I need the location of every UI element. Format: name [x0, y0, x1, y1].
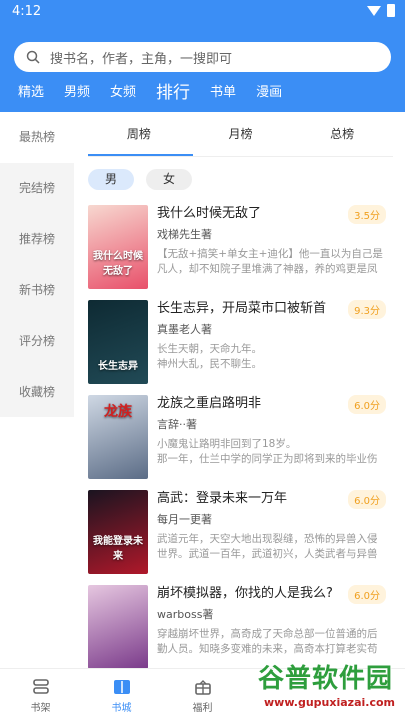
- nav-label: 书架: [30, 703, 51, 714]
- top-tabs: 精选 男频 女频 排行 书单 漫画: [18, 80, 302, 104]
- book-cover[interactable]: 我什么时候无敌了: [88, 205, 148, 289]
- book-title: 我什么时候无敌了: [157, 206, 262, 221]
- sidebar-item-favorites[interactable]: 收藏榜: [0, 367, 74, 418]
- book-icon: [111, 677, 133, 697]
- sidebar-item-rating[interactable]: 评分榜: [0, 316, 74, 367]
- tab-booklist[interactable]: 书单: [210, 82, 236, 104]
- search-placeholder: 搜书名，作者，主角，一搜即可: [50, 51, 233, 67]
- book-title: 长生志异，开局菜市口被斩首: [157, 301, 327, 316]
- sidebar-item-completed[interactable]: 完结榜: [0, 163, 74, 214]
- period-tabs: 周榜 月榜 总榜: [88, 112, 393, 156]
- book-author: 每月一更著: [157, 513, 212, 526]
- cover-title: 我能登录未来: [93, 536, 143, 562]
- book-author: warboss著: [157, 608, 214, 621]
- nav-bookstore[interactable]: 书城: [81, 669, 162, 720]
- score-badge: 6.0分: [348, 490, 386, 509]
- book-author: 真墨老人著: [157, 323, 212, 336]
- tab-monthly[interactable]: 月榜: [190, 112, 292, 156]
- cover-title: 长生志异: [98, 361, 138, 372]
- sidebar-item-hottest[interactable]: 最热榜: [0, 112, 74, 163]
- watermark-url: www.gupuxiazai.com: [264, 696, 395, 709]
- score-badge: 6.0分: [348, 585, 386, 604]
- ranking-sidebar: 最热榜 完结榜 推荐榜 新书榜 评分榜 收藏榜: [0, 112, 74, 417]
- status-icons: [367, 4, 395, 17]
- tab-comics[interactable]: 漫画: [256, 82, 282, 104]
- list-item[interactable]: 长生志异 长生志异，开局菜市口被斩首 9.3分 真墨老人著 长生天朝，天命九年。…: [88, 298, 393, 393]
- list-item[interactable]: 龙族 龙族之重启路明非 6.0分 言辞··著 小魔鬼让路明非回到了18岁。 那一…: [88, 393, 393, 488]
- book-description: 小魔鬼让路明非回到了18岁。 那一年，仕兰中学的同学正为即将到来的毕业伤感...: [157, 438, 378, 465]
- nav-bookshelf[interactable]: 书架: [0, 669, 81, 720]
- sidebar-item-new[interactable]: 新书榜: [0, 265, 74, 316]
- cover-title: 我什么时候无敌了: [93, 251, 143, 277]
- watermark-title: 谷普软件园: [257, 664, 393, 694]
- wifi-icon: [367, 5, 381, 16]
- tab-weekly[interactable]: 周榜: [88, 112, 190, 156]
- tab-female[interactable]: 女频: [110, 82, 136, 104]
- book-cover[interactable]: 我能登录未来: [88, 490, 148, 574]
- book-title: 崩坏模拟器，你找的人是我么?: [157, 586, 333, 601]
- sidebar-item-recommended[interactable]: 推荐榜: [0, 214, 74, 265]
- gender-filter: 男 女: [88, 169, 192, 190]
- book-cover[interactable]: [88, 585, 148, 669]
- status-time: 4:12: [12, 4, 42, 19]
- top-bar: 4:12 搜书名，作者，主角，一搜即可 精选 男频 女频 排行 书单 漫画: [0, 0, 405, 112]
- search-icon: [26, 50, 40, 64]
- score-badge: 6.0分: [348, 395, 386, 414]
- gift-icon: [192, 677, 214, 697]
- tab-ranking[interactable]: 排行: [156, 82, 190, 104]
- score-badge: 3.5分: [348, 205, 386, 224]
- book-author: 言辞··著: [157, 418, 197, 431]
- score-badge: 9.3分: [348, 300, 386, 319]
- book-title: 龙族之重启路明非: [157, 396, 262, 411]
- nav-label: 书城: [111, 703, 132, 714]
- status-bar: 4:12: [0, 0, 405, 24]
- list-item[interactable]: 我什么时候无敌了 我什么时候无敌了 3.5分 戏梯先生著 【无敌+搞笑+单女主+…: [88, 203, 393, 298]
- tab-male[interactable]: 男频: [64, 82, 90, 104]
- bookshelf-icon: [30, 677, 52, 697]
- list-item[interactable]: 我能登录未来 高武：登录未来一万年 6.0分 每月一更著 武道元年，天空大地出现…: [88, 488, 393, 583]
- divider: [88, 156, 393, 157]
- gender-male-chip[interactable]: 男: [88, 169, 134, 190]
- book-title: 高武：登录未来一万年: [157, 491, 288, 506]
- search-bar[interactable]: 搜书名，作者，主角，一搜即可: [14, 42, 391, 72]
- tab-featured[interactable]: 精选: [18, 82, 44, 104]
- book-cover[interactable]: 长生志异: [88, 300, 148, 384]
- watermark: 谷普软件园 www.gupuxiazai.com: [219, 652, 401, 718]
- book-list: 我什么时候无敌了 我什么时候无敌了 3.5分 戏梯先生著 【无敌+搞笑+单女主+…: [88, 203, 393, 678]
- book-cover[interactable]: 龙族: [88, 395, 148, 479]
- book-author: 戏梯先生著: [157, 228, 212, 241]
- cover-title: 龙族: [104, 404, 132, 420]
- book-description: 武道元年，天空大地出现裂缝，恐怖的异兽入侵世界。武道一百年，武道初兴，人类武者与…: [157, 533, 378, 560]
- book-description: 【无敌+搞笑+单女主+迪化】他一直以为自己是凡人，却不知院子里堆满了神器，养的鸡…: [157, 248, 383, 275]
- tab-total[interactable]: 总榜: [291, 112, 393, 156]
- book-description: 长生天朝，天命九年。 神州大乱，民不聊生。: [157, 343, 262, 370]
- gender-female-chip[interactable]: 女: [146, 169, 192, 190]
- battery-icon: [387, 4, 395, 17]
